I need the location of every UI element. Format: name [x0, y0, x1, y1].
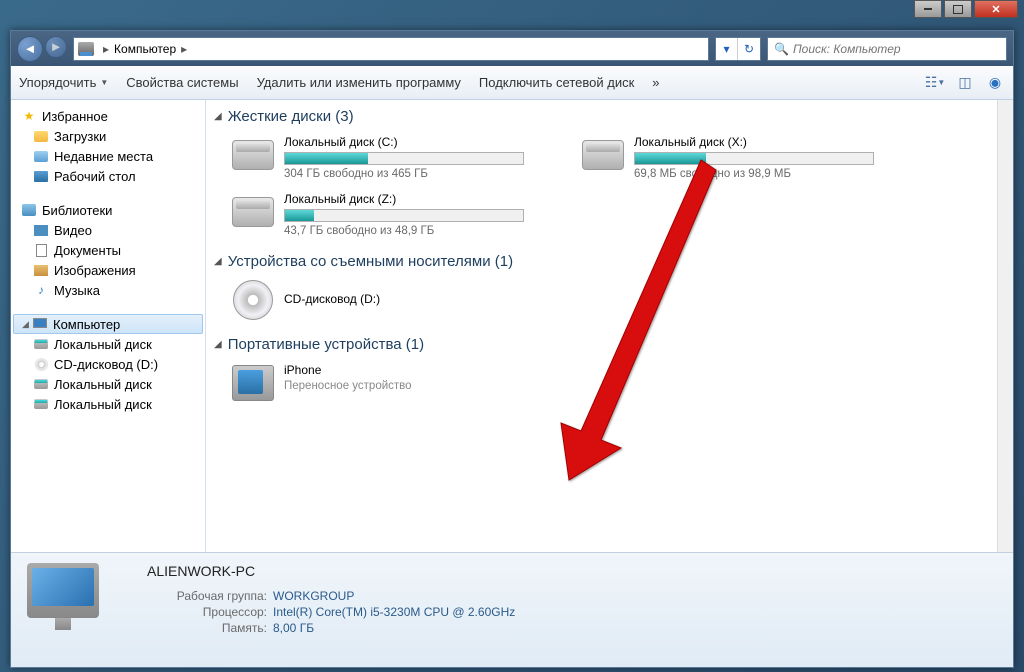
dropdown-button[interactable]: ▾	[716, 38, 738, 60]
document-icon	[36, 244, 47, 257]
collapse-icon: ◢	[214, 339, 222, 350]
device-item-iphone[interactable]: iPhone Переносное устройство	[224, 357, 574, 409]
chevron-down-icon: ▼	[100, 78, 108, 87]
category-header-harddrives[interactable]: ◢ Жесткие диски (3)	[214, 104, 1013, 129]
picture-icon	[34, 265, 48, 276]
sidebar-item-videos[interactable]: Видео	[11, 220, 205, 240]
sidebar-item-drive[interactable]: Локальный диск	[11, 374, 205, 394]
sidebar-item-pictures[interactable]: Изображения	[11, 260, 205, 280]
system-properties-button[interactable]: Свойства системы	[126, 75, 238, 90]
address-bar: ◄ ► ▸ Компьютер ▸ ▾ ↻ 🔍	[11, 31, 1013, 66]
hdd-icon	[228, 192, 278, 232]
chevron-right-icon: ▸	[181, 42, 187, 56]
sidebar-item-documents[interactable]: Документы	[11, 240, 205, 260]
toolbar: Упорядочить ▼ Свойства системы Удалить и…	[11, 66, 1013, 100]
search-icon: 🔍	[774, 42, 789, 56]
drive-item-z[interactable]: Локальный диск (Z:) 43,7 ГБ свободно из …	[224, 186, 574, 243]
sidebar-item-recent[interactable]: Недавние места	[11, 146, 205, 166]
drive-item-c[interactable]: Локальный диск (C:) 304 ГБ свободно из 4…	[224, 129, 574, 186]
chevron-right-icon: ▸	[103, 42, 109, 56]
music-icon: ♪	[33, 282, 49, 298]
refresh-button[interactable]: ↻	[738, 38, 760, 60]
details-title: ALIENWORK-PC	[147, 563, 515, 579]
details-row-cpu: Процессор: Intel(R) Core(TM) i5-3230M CP…	[147, 605, 515, 619]
map-network-drive-button[interactable]: Подключить сетевой диск	[479, 75, 634, 90]
collapse-icon: ◢	[214, 111, 222, 122]
breadcrumb-location: Компьютер	[114, 42, 176, 56]
main-panel: ◢ Жесткие диски (3) Локальный диск (C:) …	[206, 100, 1013, 552]
portable-device-icon	[228, 363, 278, 403]
sidebar-item-cd[interactable]: CD-дисковод (D:)	[11, 354, 205, 374]
organize-button[interactable]: Упорядочить ▼	[19, 75, 108, 90]
category-header-portable[interactable]: ◢ Портативные устройства (1)	[214, 332, 1013, 357]
category-removable: ◢ Устройства со съемными носителями (1) …	[214, 249, 1013, 326]
window-controls	[914, 0, 1018, 20]
desktop-icon	[34, 171, 48, 182]
hdd-icon	[228, 135, 278, 175]
sidebar-item-downloads[interactable]: Загрузки	[11, 126, 205, 146]
computer-icon	[78, 42, 94, 56]
details-row-workgroup: Рабочая группа: WORKGROUP	[147, 589, 515, 603]
forward-button[interactable]: ►	[45, 36, 67, 58]
capacity-bar	[284, 152, 524, 165]
details-row-memory: Память: 8,00 ГБ	[147, 621, 515, 635]
drive-item-cd[interactable]: CD-дисковод (D:)	[224, 274, 574, 326]
search-input[interactable]	[793, 42, 1000, 56]
library-icon	[22, 204, 36, 216]
folder-icon	[34, 131, 48, 142]
collapse-icon: ◢	[22, 319, 32, 330]
drive-icon	[34, 399, 48, 409]
content-area: ★ Избранное Загрузки Недавние места Рабо…	[11, 100, 1013, 552]
explorer-window: ◄ ► ▸ Компьютер ▸ ▾ ↻ 🔍 Упорядочить ▼ Св…	[10, 30, 1014, 668]
close-button[interactable]	[974, 0, 1018, 18]
star-icon: ★	[21, 108, 37, 124]
maximize-button[interactable]	[944, 0, 972, 18]
view-options-button[interactable]: ☷ ▼	[925, 73, 945, 93]
cd-icon	[228, 280, 278, 320]
refresh-group: ▾ ↻	[715, 37, 761, 61]
minimize-button[interactable]	[914, 0, 942, 18]
drive-icon	[34, 379, 48, 389]
breadcrumb[interactable]: ▸ Компьютер ▸	[73, 37, 709, 61]
sidebar-item-music[interactable]: ♪Музыка	[11, 280, 205, 300]
sidebar-item-drive[interactable]: Локальный диск	[11, 334, 205, 354]
sidebar-favorites-header[interactable]: ★ Избранное	[11, 106, 205, 126]
collapse-icon: ◢	[214, 256, 222, 267]
toolbar-more-button[interactable]: »	[652, 75, 659, 90]
help-button[interactable]: ◉	[985, 73, 1005, 93]
computer-large-icon	[27, 563, 117, 643]
category-portable: ◢ Портативные устройства (1) iPhone Пере…	[214, 332, 1013, 409]
folder-icon	[34, 151, 48, 162]
navigation-pane: ★ Избранное Загрузки Недавние места Рабо…	[11, 100, 206, 552]
search-box[interactable]: 🔍	[767, 37, 1007, 61]
scrollbar[interactable]	[997, 100, 1013, 552]
capacity-bar	[634, 152, 874, 165]
back-button[interactable]: ◄	[17, 36, 43, 62]
sidebar-item-desktop[interactable]: Рабочий стол	[11, 166, 205, 186]
drive-icon	[34, 339, 48, 349]
hdd-icon	[578, 135, 628, 175]
details-pane: ALIENWORK-PC Рабочая группа: WORKGROUP П…	[11, 552, 1013, 667]
preview-pane-button[interactable]: ◫	[955, 73, 975, 93]
computer-icon	[33, 318, 47, 330]
sidebar-computer-header[interactable]: ◢ Компьютер	[13, 314, 203, 334]
video-icon	[34, 225, 48, 236]
drive-item-x[interactable]: Локальный диск (X:) 69,8 МБ свободно из …	[574, 129, 924, 186]
nav-arrows: ◄ ►	[17, 36, 67, 62]
capacity-bar	[284, 209, 524, 222]
sidebar-item-drive[interactable]: Локальный диск	[11, 394, 205, 414]
sidebar-libraries-header[interactable]: Библиотеки	[11, 200, 205, 220]
disc-icon	[35, 358, 48, 371]
uninstall-program-button[interactable]: Удалить или изменить программу	[257, 75, 461, 90]
category-header-removable[interactable]: ◢ Устройства со съемными носителями (1)	[214, 249, 1013, 274]
category-harddrives: ◢ Жесткие диски (3) Локальный диск (C:) …	[214, 104, 1013, 243]
